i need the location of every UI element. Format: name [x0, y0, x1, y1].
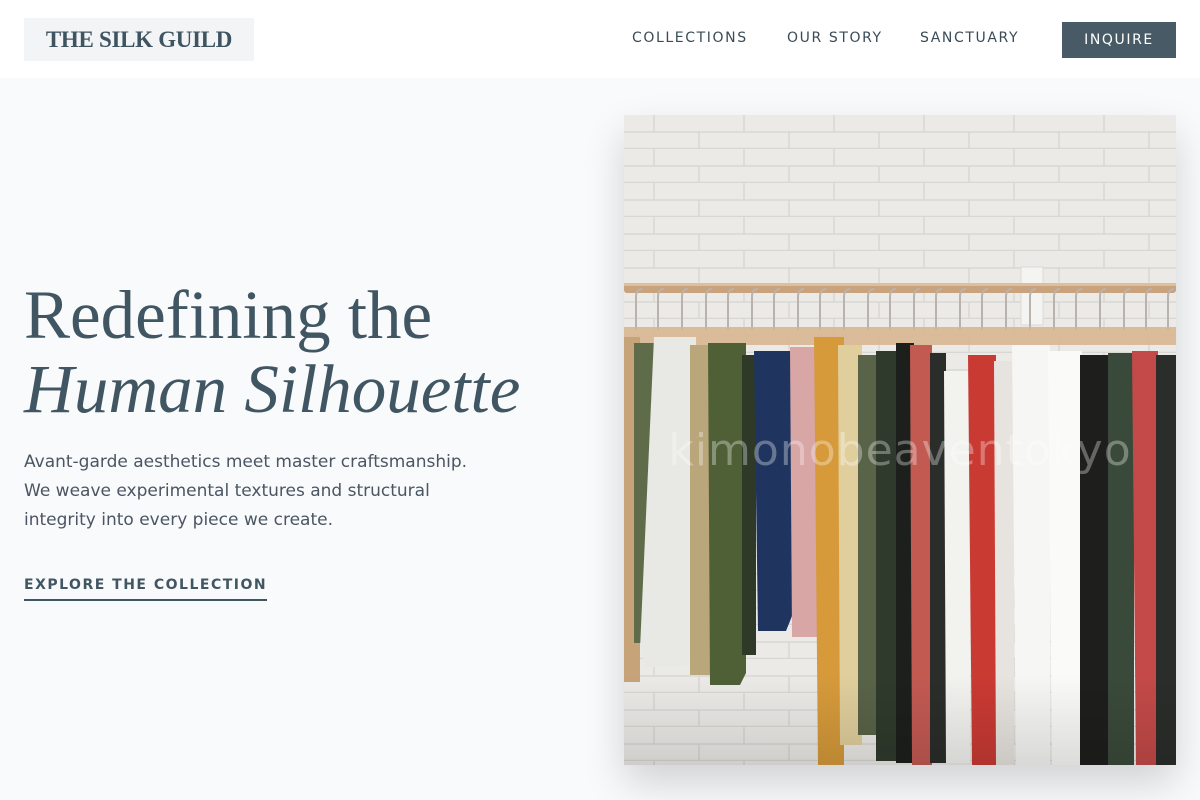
image-watermark: kimonobeaventokyo [668, 425, 1132, 476]
hero-description: Avant-garde aesthetics meet master craft… [24, 452, 468, 530]
hero-headline: Redefining the Human Silhouette [24, 278, 520, 426]
hero-headline-line1: Redefining the [24, 277, 433, 353]
hero-headline-line2: Human Silhouette [24, 351, 521, 427]
nav-sanctuary-link[interactable]: SANCTUARY [920, 30, 1019, 46]
nav-our-story-link[interactable]: OUR STORY [787, 30, 883, 46]
site-logo[interactable]: THE SILK GUILD [24, 27, 254, 53]
explore-collection-link[interactable]: EXPLORE THE COLLECTION [24, 577, 268, 601]
inquire-button[interactable]: INQUIRE [1062, 22, 1176, 58]
hero-image: kimonobeaventokyo [624, 115, 1176, 765]
nav-collections-link[interactable]: COLLECTIONS [632, 30, 748, 46]
logo-box[interactable]: THE SILK GUILD [24, 18, 254, 61]
site-header: THE SILK GUILD COLLECTIONS OUR STORY SAN… [0, 0, 1200, 78]
